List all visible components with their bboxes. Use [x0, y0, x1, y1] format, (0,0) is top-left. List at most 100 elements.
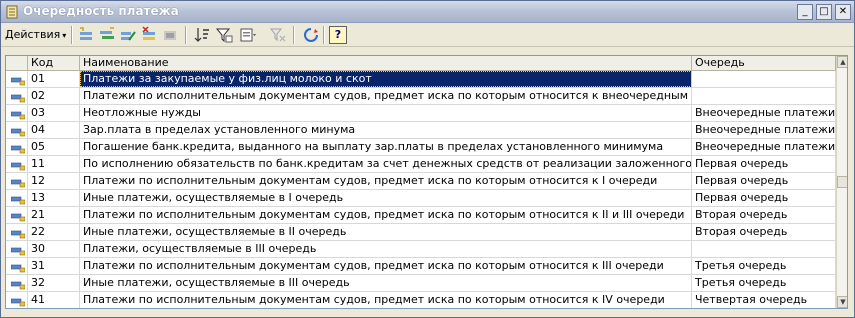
- close-button[interactable]: ✕: [835, 4, 851, 20]
- cell-code: 12: [28, 173, 80, 189]
- sort-icon[interactable]: [193, 26, 211, 44]
- cell-queue: Четвертая очередь: [692, 292, 836, 308]
- delete-icon[interactable]: [161, 26, 179, 44]
- payment-priority-table: Код Наименование Очередь 01 Платежи за за…: [5, 55, 848, 309]
- catalog-item-icon: [11, 213, 25, 222]
- cell-queue: Вторая очередь: [692, 224, 836, 240]
- catalog-icon: [6, 5, 18, 19]
- cell-code: 32: [28, 275, 80, 291]
- cell-name: Платежи по исполнительным документам суд…: [80, 173, 692, 189]
- row-icon-cell: [6, 173, 28, 189]
- cell-name: Платежи по исполнительным документам суд…: [80, 292, 692, 308]
- cell-name: Иные платежи, осуществляемые в III очере…: [80, 275, 692, 291]
- edit-row-icon[interactable]: [119, 26, 137, 44]
- table-row[interactable]: 21 Платежи по исполнительным документам с…: [6, 207, 836, 224]
- row-icon-cell: [6, 71, 28, 87]
- toolbar-separator: [185, 26, 186, 44]
- cell-code: 30: [28, 241, 80, 257]
- cell-code: 31: [28, 258, 80, 274]
- row-icon-cell: [6, 105, 28, 121]
- toolbar: Действия ▾ ?: [1, 23, 854, 47]
- cell-name: Зар.плата в пределах установленного мину…: [80, 122, 692, 138]
- catalog-item-icon: [11, 94, 25, 103]
- cell-code: 05: [28, 139, 80, 155]
- cell-queue: Третья очередь: [692, 275, 836, 291]
- actions-label: Действия: [5, 28, 61, 41]
- add-row-icon[interactable]: [77, 26, 95, 44]
- actions-menu[interactable]: Действия ▾: [5, 27, 66, 43]
- catalog-item-icon: [11, 77, 25, 86]
- table-row[interactable]: 12 Платежи по исполнительным документам с…: [6, 173, 836, 190]
- table-row[interactable]: 22 Иные платежи, осуществляемые в II очер…: [6, 224, 836, 241]
- mark-delete-icon[interactable]: [140, 26, 158, 44]
- table-row[interactable]: 32 Иные платежи, осуществляемые в III оче…: [6, 275, 836, 292]
- cell-name: Погашение банк.кредита, выданного на вып…: [80, 139, 692, 155]
- table-row[interactable]: 31 Платежи по исполнительным документам с…: [6, 258, 836, 275]
- header-queue[interactable]: Очередь: [692, 56, 836, 71]
- scroll-thumb[interactable]: [837, 176, 847, 188]
- cell-queue: Первая очередь: [692, 190, 836, 206]
- cell-queue: Первая очередь: [692, 173, 836, 189]
- maximize-button[interactable]: □: [816, 4, 832, 20]
- cell-queue: Первая очередь: [692, 156, 836, 172]
- chevron-down-icon: ▾: [62, 31, 67, 40]
- row-icon-cell: [6, 275, 28, 291]
- cell-queue: Внеочередные платежи: [692, 105, 836, 121]
- cell-code: 21: [28, 207, 80, 223]
- table-row[interactable]: 03 Неотложные нужды Внеочередные платежи: [6, 105, 836, 122]
- catalog-item-icon: [11, 179, 25, 188]
- catalog-item-icon: [11, 264, 25, 273]
- catalog-item-icon: [11, 111, 25, 120]
- vertical-scrollbar[interactable]: ▲ ▼: [836, 56, 847, 308]
- catalog-item-icon: [11, 196, 25, 205]
- table-row[interactable]: 30 Платежи, осуществляемые в III очередь: [6, 241, 836, 258]
- catalog-item-icon: [11, 162, 25, 171]
- row-icon-cell: [6, 207, 28, 223]
- table-row[interactable]: 04 Зар.плата в пределах установленного ми…: [6, 122, 836, 139]
- cell-name: Иные платежи, осуществляемые в I очередь: [80, 190, 692, 206]
- cell-code: 11: [28, 156, 80, 172]
- catalog-item-icon: [11, 281, 25, 290]
- clear-filter-icon[interactable]: [269, 26, 287, 44]
- help-icon[interactable]: ?: [329, 26, 347, 44]
- filter-list-icon[interactable]: [215, 26, 233, 44]
- cell-queue: Третья очередь: [692, 258, 836, 274]
- catalog-item-icon: [11, 298, 25, 307]
- cell-name: По исполнению обязательств по банк.креди…: [80, 156, 692, 172]
- cell-queue: Вторая очередь: [692, 207, 836, 223]
- cell-name: Платежи по исполнительным документам суд…: [80, 207, 692, 223]
- payment-priority-window: Очередность платежа _ □ ✕ Действия ▾ ? К…: [0, 0, 855, 318]
- title-bar[interactable]: Очередность платежа _ □ ✕: [1, 1, 854, 23]
- cell-code: 13: [28, 190, 80, 206]
- cell-code: 02: [28, 88, 80, 104]
- cell-name: Иные платежи, осуществляемые в II очеред…: [80, 224, 692, 240]
- cell-queue: [692, 71, 836, 87]
- catalog-item-icon: [11, 230, 25, 239]
- table-row[interactable]: 01 Платежи за закупаемые у физ.лиц молоко…: [6, 71, 836, 88]
- table-row[interactable]: 41 Платежи по исполнительным документам с…: [6, 292, 836, 308]
- minimize-button[interactable]: _: [797, 4, 813, 20]
- scroll-up-button[interactable]: ▲: [837, 56, 847, 68]
- toolbar-separator: [323, 26, 324, 44]
- row-icon-cell: [6, 241, 28, 257]
- table-row[interactable]: 02 Платежи по исполнительным документам с…: [6, 88, 836, 105]
- header-name[interactable]: Наименование: [80, 56, 692, 71]
- row-icon-cell: [6, 156, 28, 172]
- cell-code: 22: [28, 224, 80, 240]
- copy-row-icon[interactable]: [98, 26, 116, 44]
- catalog-item-icon: [11, 247, 25, 256]
- scroll-down-button[interactable]: ▼: [837, 296, 847, 308]
- cell-code: 04: [28, 122, 80, 138]
- refresh-icon[interactable]: [302, 26, 320, 44]
- catalog-item-icon: [11, 145, 25, 154]
- table-row[interactable]: 13 Иные платежи, осуществляемые в I очере…: [6, 190, 836, 207]
- cell-code: 01: [28, 71, 80, 87]
- header-code[interactable]: Код: [28, 56, 80, 71]
- table-row[interactable]: 11 По исполнению обязательств по банк.кре…: [6, 156, 836, 173]
- toolbar-separator: [71, 26, 72, 44]
- table-header: Код Наименование Очередь: [6, 56, 836, 71]
- row-icon-cell: [6, 139, 28, 155]
- window-title: Очередность платежа: [23, 4, 179, 18]
- filter-icon[interactable]: [239, 26, 257, 44]
- table-row[interactable]: 05 Погашение банк.кредита, выданного на в…: [6, 139, 836, 156]
